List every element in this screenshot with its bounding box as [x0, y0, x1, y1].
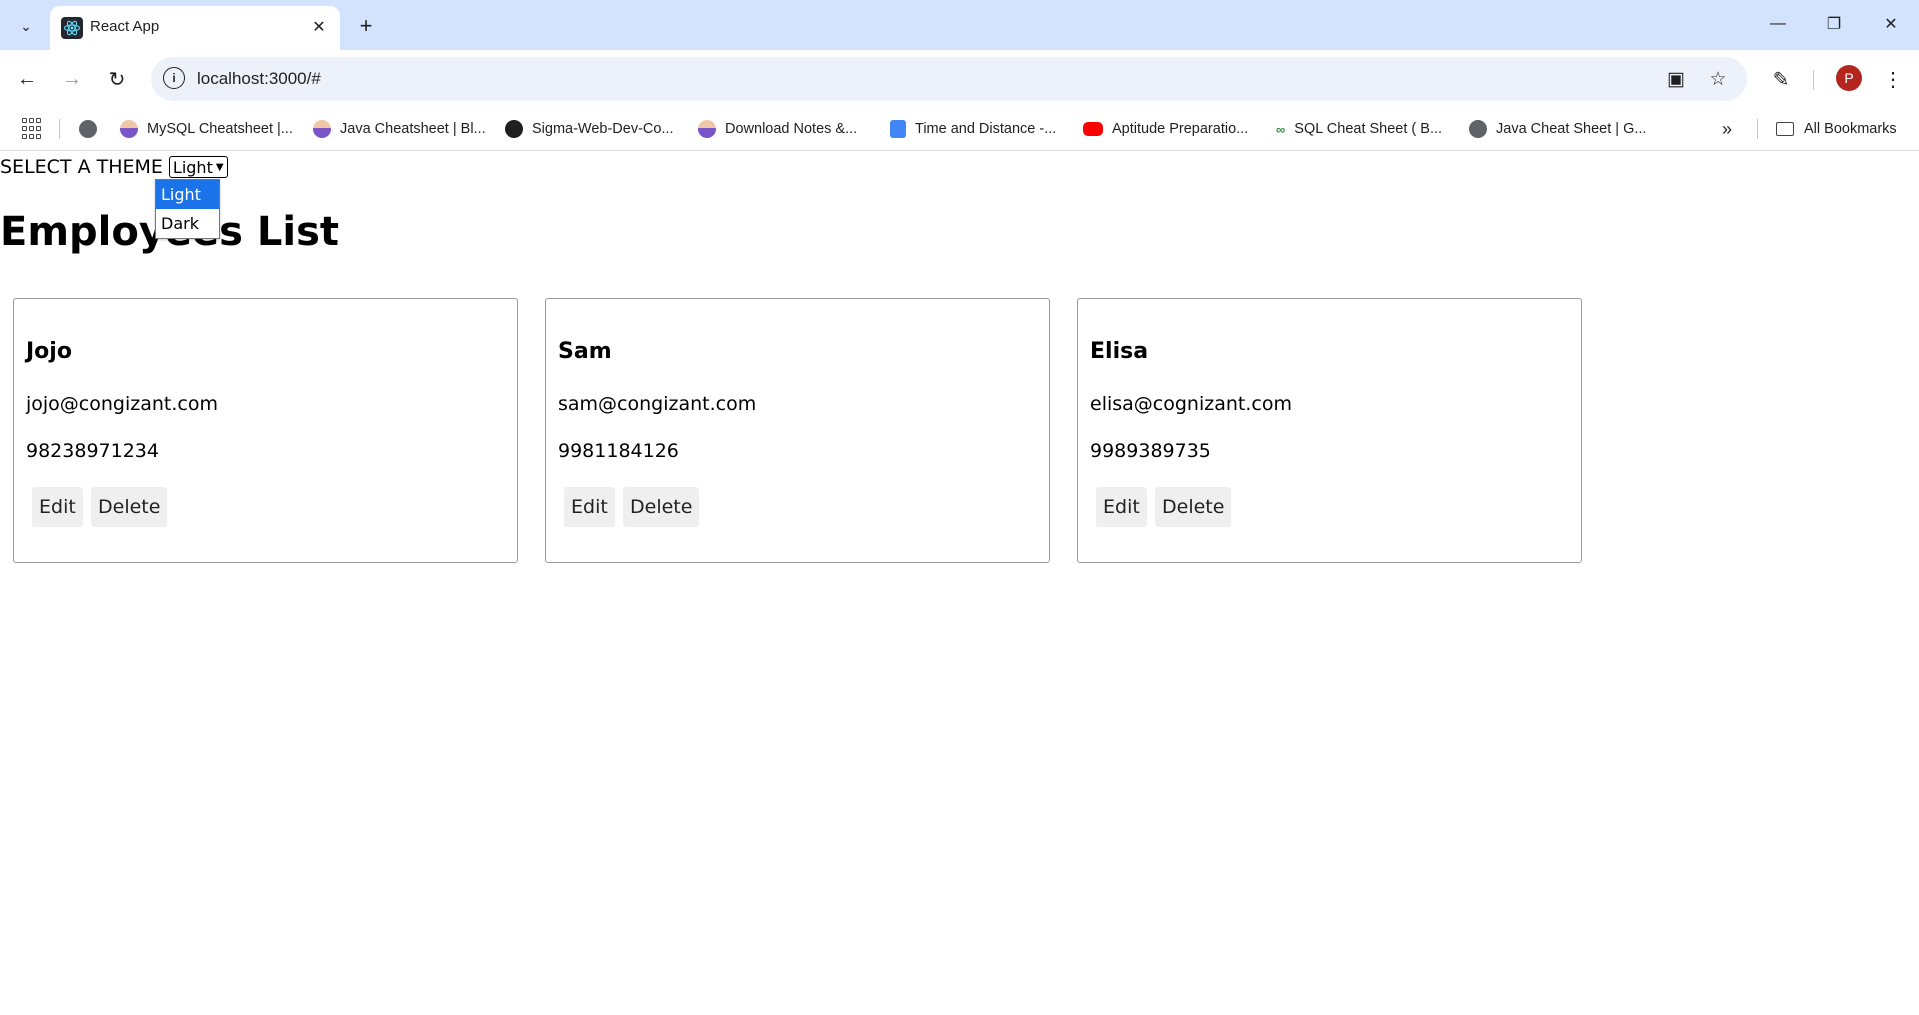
person-avatar-icon [698, 120, 716, 138]
theme-selector: SELECT A THEME Light ▼ [0, 155, 228, 179]
chevron-down-icon: ▼ [215, 161, 224, 173]
employee-email: sam@congizant.com [558, 393, 757, 415]
theme-option-light[interactable]: Light [156, 180, 219, 209]
close-window-icon[interactable]: ✕ [1869, 8, 1913, 40]
employee-phone: 98238971234 [26, 440, 159, 462]
apps-grid-icon[interactable] [22, 118, 44, 140]
bookmark-item[interactable]: MySQL Cheatsheet |... [120, 116, 293, 142]
bookmark-item[interactable]: Download Notes &... [698, 116, 857, 142]
bookmark-item[interactable]: ∞ SQL Cheat Sheet ( B... [1276, 116, 1442, 142]
address-bar[interactable]: i localhost:3000/# ▣ ☆ [151, 57, 1747, 101]
bookmark-label: Java Cheatsheet | Bl... [340, 121, 486, 137]
all-bookmarks-button[interactable]: All Bookmarks [1776, 116, 1897, 142]
new-tab-icon[interactable]: + [352, 12, 380, 40]
menu-kebab-icon[interactable]: ⋮ [1878, 64, 1908, 94]
close-tab-icon[interactable]: ✕ [308, 16, 330, 38]
restore-icon[interactable]: ❐ [1812, 8, 1856, 40]
employee-phone: 9981184126 [558, 440, 679, 462]
bookmark-label: Java Cheat Sheet | G... [1496, 121, 1647, 137]
bookmark-item[interactable]: Java Cheatsheet | Bl... [313, 116, 486, 142]
bookmarks-divider [59, 119, 60, 139]
edit-button[interactable]: Edit [32, 487, 83, 527]
all-bookmarks-label: All Bookmarks [1804, 121, 1897, 137]
tab-title: React App [90, 18, 160, 35]
youtube-icon [1083, 122, 1103, 136]
delete-button[interactable]: Delete [91, 487, 168, 527]
theme-select[interactable]: Light ▼ [168, 156, 228, 178]
minimize-icon[interactable]: — [1756, 8, 1800, 40]
active-tab[interactable]: React App ✕ [50, 6, 340, 50]
theme-label: SELECT A THEME [0, 156, 163, 178]
browser-toolbar: ← → ↻ i localhost:3000/# ▣ ☆ ✎ P ⋮ [0, 50, 1919, 108]
bookmark-label: Aptitude Preparatio... [1112, 121, 1249, 137]
bookmark-item[interactable]: Sigma-Web-Dev-Co... [505, 116, 674, 142]
employee-name: Sam [558, 339, 612, 364]
bookmark-item[interactable]: Time and Distance -... [890, 116, 1056, 142]
bookmark-globe[interactable] [79, 116, 106, 142]
theme-option-dark[interactable]: Dark [156, 209, 219, 238]
bookmarks-divider [1757, 119, 1758, 139]
forward-icon[interactable]: → [57, 64, 87, 94]
profile-avatar[interactable]: P [1836, 65, 1862, 91]
delete-button[interactable]: Delete [623, 487, 700, 527]
bookmarks-bar: MySQL Cheatsheet |... Java Cheatsheet | … [0, 108, 1919, 151]
geeksforgeeks-icon: ∞ [1276, 121, 1286, 137]
google-docs-icon [890, 120, 906, 138]
employee-card: Sam sam@congizant.com 9981184126 Edit De… [545, 298, 1050, 563]
tab-search-chevron-icon[interactable]: ⌄ [12, 12, 40, 40]
site-info-icon[interactable]: i [163, 67, 185, 89]
react-logo-icon [61, 17, 83, 39]
edit-button[interactable]: Edit [564, 487, 615, 527]
bookmark-label: SQL Cheat Sheet ( B... [1294, 121, 1443, 137]
bookmark-label: Download Notes &... [725, 121, 858, 137]
more-bookmarks-icon[interactable]: » [1714, 116, 1740, 142]
employee-email: jojo@congizant.com [26, 393, 218, 415]
folder-icon [1776, 122, 1794, 136]
bookmark-star-icon[interactable]: ☆ [1706, 67, 1730, 91]
bookmark-item[interactable]: Java Cheat Sheet | G... [1469, 116, 1646, 142]
extensions-icon[interactable]: ✎ [1766, 64, 1796, 94]
edit-button[interactable]: Edit [1096, 487, 1147, 527]
toolbar-divider [1813, 70, 1814, 90]
bookmark-label: Time and Distance -... [915, 121, 1057, 137]
reload-icon[interactable]: ↻ [102, 64, 132, 94]
employee-card: Jojo jojo@congizant.com 98238971234 Edit… [13, 298, 518, 563]
globe-icon [1469, 120, 1487, 138]
employee-email: elisa@cognizant.com [1090, 393, 1292, 415]
page-content: SELECT A THEME Light ▼ Employees List Li… [0, 151, 1919, 1015]
person-avatar-icon [313, 120, 331, 138]
bookmark-item[interactable]: Aptitude Preparatio... [1083, 116, 1248, 142]
person-avatar-icon [120, 120, 138, 138]
theme-select-value: Light [172, 157, 213, 177]
employee-phone: 9989389735 [1090, 440, 1211, 462]
url-text[interactable]: localhost:3000/# [197, 69, 321, 89]
back-icon[interactable]: ← [12, 64, 42, 94]
bookmark-label: Sigma-Web-Dev-Co... [532, 121, 674, 137]
employee-name: Elisa [1090, 339, 1149, 364]
theme-dropdown-list: Light Dark [155, 179, 220, 239]
bookmark-label: MySQL Cheatsheet |... [147, 121, 293, 137]
globe-icon [79, 120, 97, 138]
tab-strip: ⌄ React App ✕ + — ❐ ✕ [0, 0, 1919, 50]
delete-button[interactable]: Delete [1155, 487, 1232, 527]
install-app-icon[interactable]: ▣ [1664, 67, 1688, 91]
employee-name: Jojo [26, 339, 72, 364]
github-icon [505, 120, 523, 138]
employee-card: Elisa elisa@cognizant.com 9989389735 Edi… [1077, 298, 1582, 563]
